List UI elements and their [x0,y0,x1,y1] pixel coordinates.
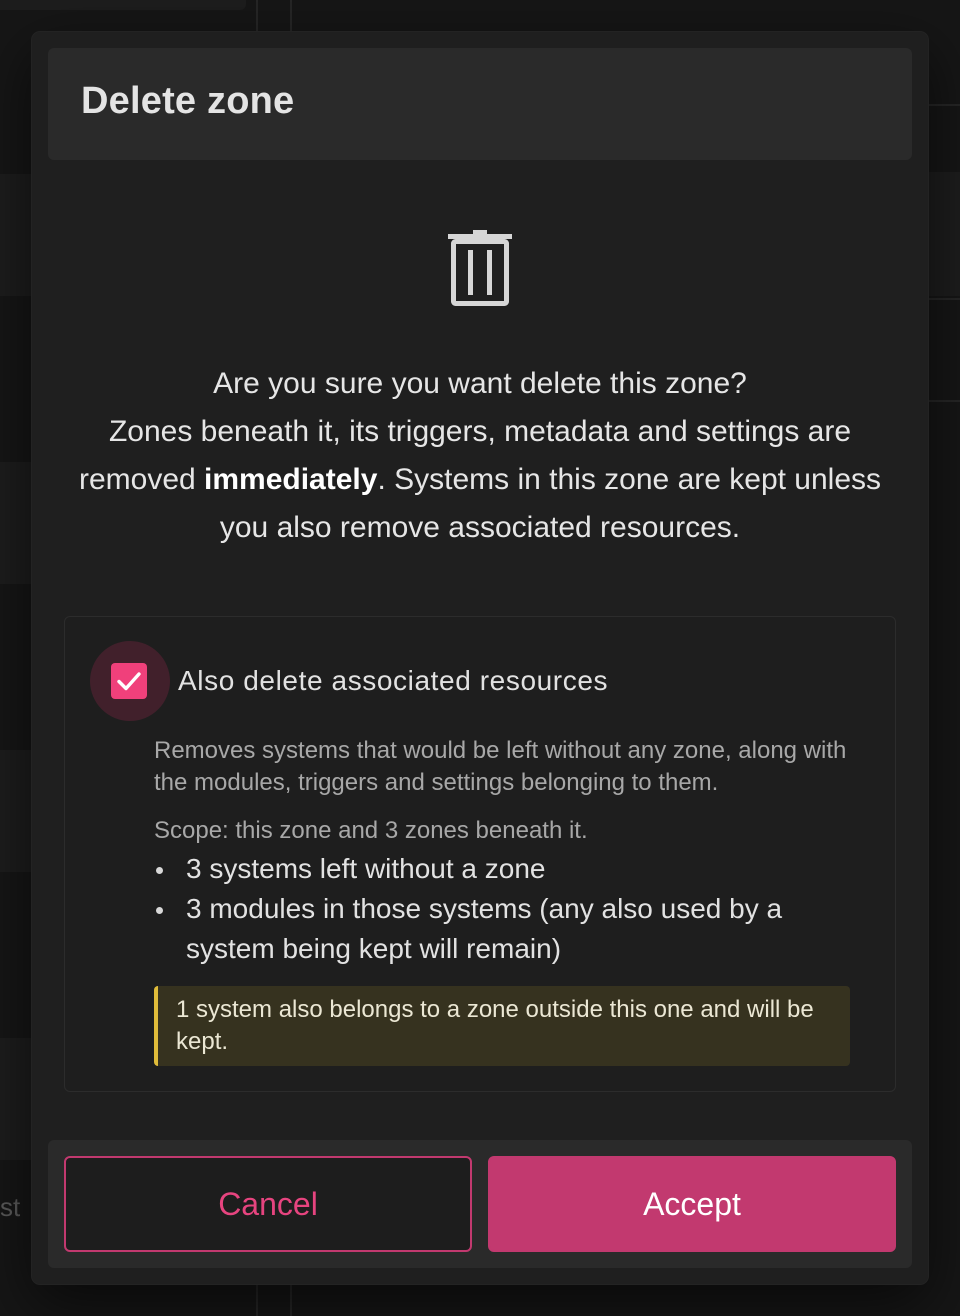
emphasis-immediately: immediately [204,463,378,496]
checkmark-icon [117,672,141,691]
delete-resources-label[interactable]: Also delete associated resources [178,665,608,697]
warning-callout: 1 system also belongs to a zone outside … [154,986,850,1066]
background-divider [928,298,960,300]
trash-icon [448,230,512,306]
associated-resources-panel: Also delete associated resources Removes… [64,616,896,1092]
background-divider [928,400,960,402]
list-item: 3 modules in those systems (any also use… [154,889,854,969]
confirmation-question: Are you sure you want delete this zone? [213,367,747,400]
confirmation-message: Are you sure you want delete this zone? … [56,360,904,552]
resources-scope: Scope: this zone and 3 zones beneath it. [154,817,588,844]
background-divider [256,0,258,32]
cancel-button[interactable]: Cancel [64,1156,472,1252]
delete-resources-checkbox[interactable] [111,663,147,699]
resources-description: Removes systems that would be left witho… [154,737,847,796]
background-divider [256,1284,258,1316]
background-side-panel [0,174,32,296]
background-side-panel [0,750,32,872]
background-side-panel [928,172,960,296]
impact-list: 3 systems left without a zone 3 modules … [154,849,854,969]
background-divider [928,104,960,106]
dialog-title: Delete zone [81,80,295,122]
list-item: 3 systems left without a zone [154,849,854,889]
delete-zone-dialog: Delete zone Are you sure you want delete… [32,32,928,1284]
accept-button[interactable]: Accept [488,1156,896,1252]
background-divider [290,0,292,32]
background-divider [290,1284,292,1316]
background-partial-text: st [0,1192,21,1222]
background-top-panel [0,0,246,10]
dialog-footer: Cancel Accept [48,1140,912,1268]
dialog-header: Delete zone [48,48,912,160]
background-side-panel [0,462,32,584]
background-side-panel [0,1038,32,1160]
